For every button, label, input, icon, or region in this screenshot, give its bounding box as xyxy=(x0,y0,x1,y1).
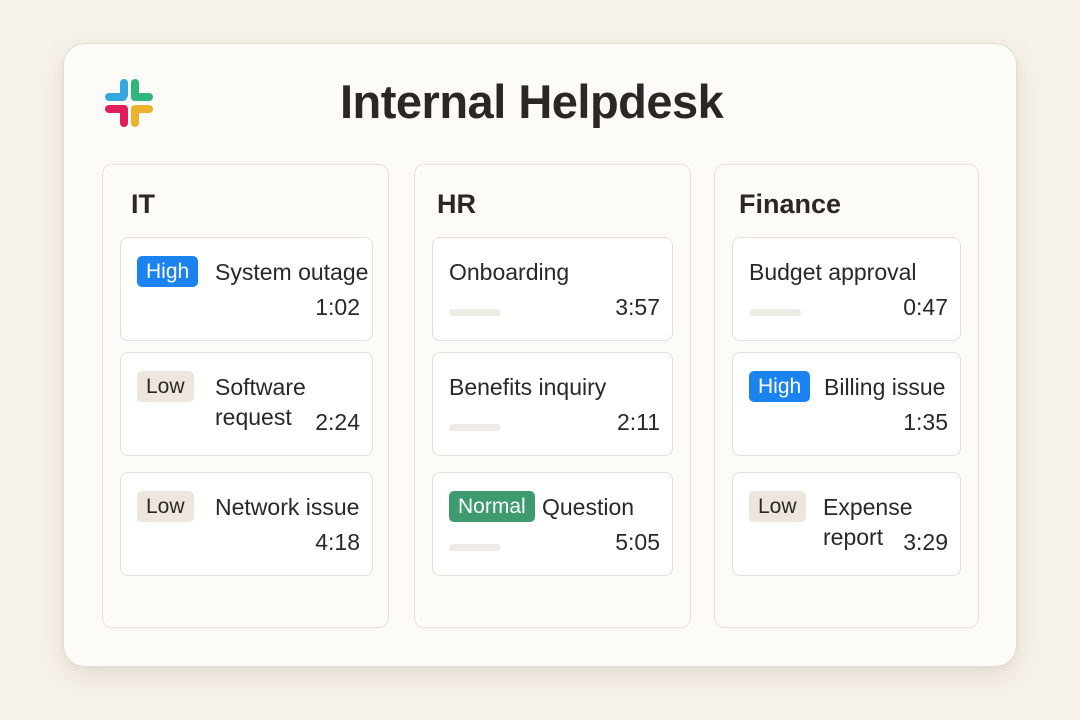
ticket-title: Budget approval xyxy=(749,259,917,285)
priority-badge: High xyxy=(749,371,811,402)
ticket-card[interactable]: Budget approval 0:47 xyxy=(732,237,961,341)
ticket-title: System outage xyxy=(215,259,369,285)
column-it: IT High System outage 1:02 Low Software … xyxy=(102,164,389,628)
ticket-title: Onboarding xyxy=(449,259,570,285)
ticket-title: Question xyxy=(542,494,635,520)
column-title: Finance xyxy=(739,189,842,219)
ticket-card[interactable]: Low Software request 2:24 xyxy=(120,352,373,456)
ticket-time: 5:05 xyxy=(615,529,660,555)
progress-track xyxy=(449,544,501,551)
page-title: Internal Helpdesk xyxy=(340,75,724,128)
ticket-title: Network issue xyxy=(215,494,360,520)
ticket-title: Billing issue xyxy=(824,374,946,400)
ticket-title: Benefits inquiry xyxy=(449,374,607,400)
progress-track xyxy=(749,309,801,316)
priority-badge: Low xyxy=(137,491,194,522)
ticket-time: 1:35 xyxy=(903,409,948,435)
ticket-time: 1:02 xyxy=(315,294,360,320)
ticket-time: 3:57 xyxy=(615,294,660,320)
ticket-card[interactable]: Benefits inquiry 2:11 xyxy=(432,352,673,456)
column-finance: Finance Budget approval 0:47 High Billin… xyxy=(714,164,979,628)
priority-badge: High xyxy=(137,256,199,287)
column-title: IT xyxy=(131,189,155,219)
ticket-time: 2:24 xyxy=(315,409,360,435)
column-hr: HR Onboarding 3:57 Benefits inquiry 2:11… xyxy=(414,164,691,628)
slack-logo-icon xyxy=(105,79,153,127)
ticket-title: Expense report xyxy=(823,494,913,550)
progress-track xyxy=(449,309,501,316)
ticket-time: 2:11 xyxy=(616,409,660,435)
ticket-card[interactable]: High Billing issue 1:35 xyxy=(732,352,961,456)
ticket-time: 4:18 xyxy=(315,529,360,555)
ticket-time: 0:47 xyxy=(903,294,948,320)
ticket-card[interactable]: Low Network issue 4:18 xyxy=(120,472,373,576)
priority-badge: Normal xyxy=(449,491,535,522)
progress-track xyxy=(449,424,501,431)
priority-badge: Low xyxy=(137,371,194,402)
column-title: HR xyxy=(437,189,476,219)
ticket-title: Software request xyxy=(215,374,306,430)
ticket-card[interactable]: High System outage 1:02 xyxy=(120,237,373,341)
ticket-card[interactable]: Normal Question 5:05 xyxy=(432,472,673,576)
ticket-time: 3:29 xyxy=(903,529,948,555)
ticket-card[interactable]: Low Expense report 3:29 xyxy=(732,472,961,576)
priority-badge: Low xyxy=(749,491,806,522)
ticket-card[interactable]: Onboarding 3:57 xyxy=(432,237,673,341)
